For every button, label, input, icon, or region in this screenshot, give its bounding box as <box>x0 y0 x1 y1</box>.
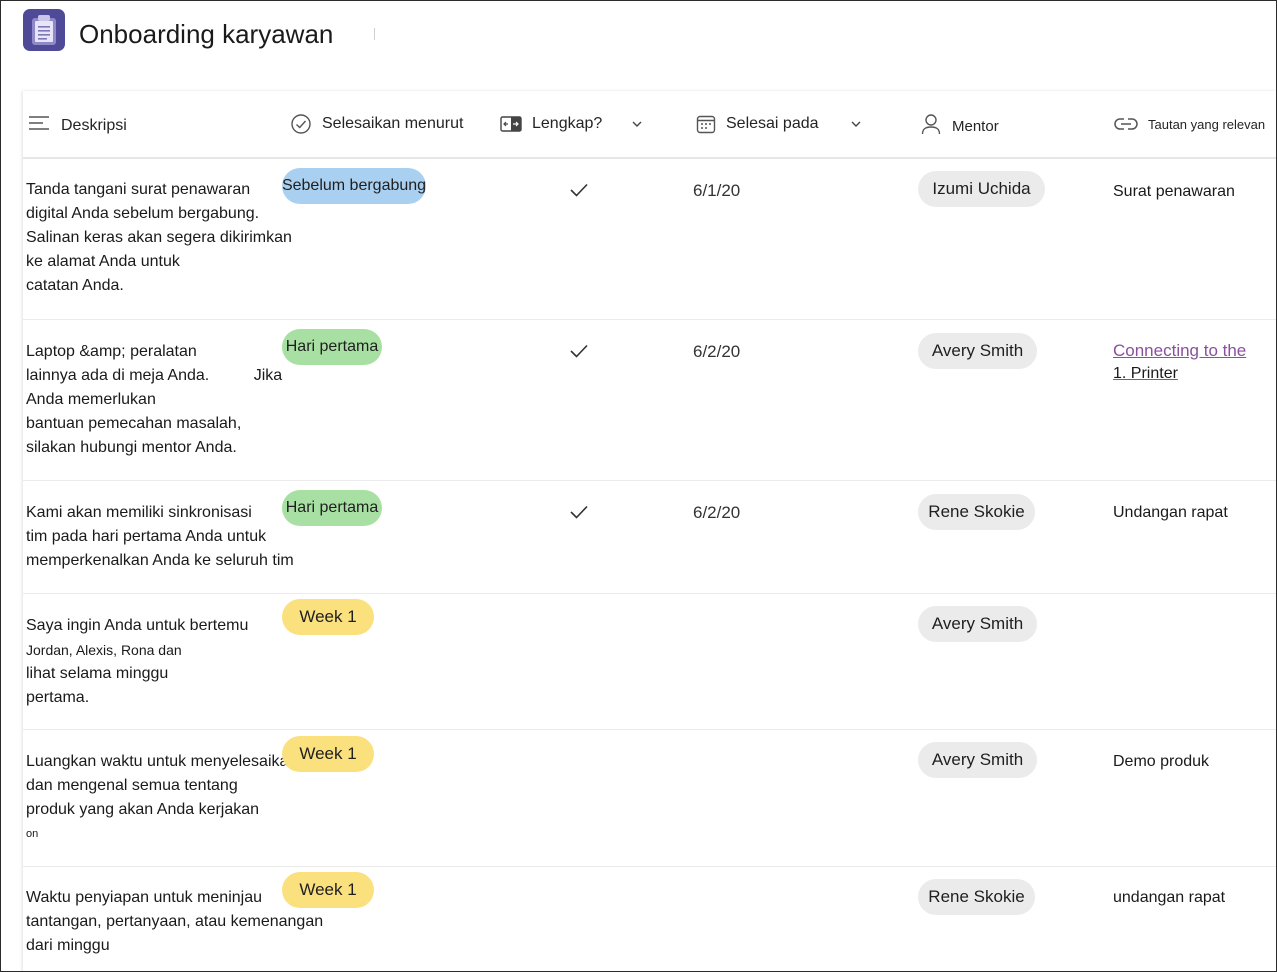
column-header-due-by[interactable]: Selesaikan menurut <box>290 91 463 157</box>
checkmark-icon <box>570 344 588 358</box>
description-line: tantangan, pertanyaan, atau kemenangan <box>26 913 324 930</box>
description-line: memperkenalkan Anda ke seluruh tim <box>26 552 294 569</box>
description-line: Waktu penyiapan untuk meninjau <box>26 889 262 906</box>
mentor-chip[interactable]: Izumi Uchida <box>918 171 1045 207</box>
description-line: lainnya ada di meja Anda. Jika <box>26 367 283 384</box>
description-line: digital Anda sebelum bergabung. <box>26 205 260 222</box>
table-row[interactable]: Luangkan waktu untuk menyelesaikan dan m… <box>23 730 1276 867</box>
table-header: Deskripsi Selesaikan menurut Lengkap? Se… <box>23 91 1276 159</box>
column-header-description[interactable]: Deskripsi <box>28 91 127 157</box>
column-header-label: Selesai pada <box>726 115 819 132</box>
due-by-pill[interactable]: Week 1 <box>282 599 374 635</box>
link-icon <box>1114 118 1138 130</box>
due-by-pill[interactable]: Hari pertama <box>282 329 382 365</box>
completed-on-date: 6/2/20 <box>693 342 741 361</box>
toggle-icon <box>500 116 522 132</box>
app-window: Onboarding karyawan Deskripsi Selesaikan… <box>0 0 1277 972</box>
clipboard-icon <box>23 9 65 51</box>
due-by-pill[interactable]: Week 1 <box>282 872 374 908</box>
description-line: Saya ingin Anda untuk bertemu <box>26 617 249 634</box>
description-cell: Luangkan waktu untuk menyelesaikan dan m… <box>26 750 297 846</box>
description-line: on <box>26 828 39 840</box>
column-header-label: Tautan yang relevan <box>1148 116 1266 132</box>
description-line: pertama. <box>26 689 90 706</box>
mentor-chip[interactable]: Avery Smith <box>918 606 1037 642</box>
due-by-pill[interactable]: Week 1 <box>282 736 374 772</box>
relevant-link-text[interactable]: Connecting to the <box>1113 341 1246 360</box>
mentor-chip[interactable]: Rene Skokie <box>918 494 1035 530</box>
mentor-chip[interactable]: Avery Smith <box>918 333 1037 369</box>
table-row[interactable]: Waktu penyiapan untuk meninjau tantangan… <box>23 867 1276 971</box>
completed-on-date: 6/1/20 <box>693 181 741 200</box>
due-by-pill[interactable]: Hari pertama <box>282 490 382 526</box>
description-line: catatan Anda. <box>26 277 124 294</box>
description-line: Anda memerlukan <box>26 391 156 408</box>
column-header-label: Mentor <box>952 117 999 135</box>
description-cell: Laptop &amp; peralatan lainnya ada di me… <box>26 340 282 460</box>
description-cell: Waktu penyiapan untuk meninjau tantangan… <box>26 886 323 958</box>
column-header-label: Lengkap? <box>532 115 603 132</box>
column-header-completed-on[interactable]: Selesai pada <box>696 91 863 157</box>
description-line: produk yang akan Anda kerjakan <box>26 801 260 818</box>
relevant-link[interactable]: Connecting to the 1. Printer <box>1113 341 1246 383</box>
description-cell: Tanda tangani surat penawaran digital An… <box>26 178 292 298</box>
column-header-links[interactable]: Tautan yang relevan <box>1114 91 1265 157</box>
checkmark-icon <box>570 183 588 197</box>
description-line: Tanda tangani surat penawaran <box>26 181 251 198</box>
chevron-down-icon[interactable] <box>630 119 644 129</box>
column-header-label: Selesaikan menurut <box>322 115 464 132</box>
person-icon <box>921 114 941 135</box>
relevant-link[interactable]: Demo produk <box>1113 753 1209 771</box>
description-cell: Saya ingin Anda untuk bertemu Jordan, Al… <box>26 614 248 710</box>
due-by-pill[interactable]: Sebelum bergabung <box>282 168 426 204</box>
title-divider <box>374 28 375 40</box>
lines-icon <box>29 116 49 130</box>
description-line: dan mengenal semua tentang <box>26 777 238 794</box>
table-row[interactable]: Saya ingin Anda untuk bertemu Jordan, Al… <box>23 594 1276 730</box>
column-header-label: Deskripsi <box>61 117 127 134</box>
check-circle-icon <box>291 114 311 134</box>
mentor-chip[interactable]: Rene Skokie <box>918 879 1035 915</box>
completed-on-date: 6/2/20 <box>693 503 741 522</box>
page-title: Onboarding karyawan <box>79 19 334 49</box>
description-line: Kami akan memiliki sinkronisasi <box>26 504 252 521</box>
table-row[interactable]: Tanda tangani surat penawaran digital An… <box>23 159 1276 320</box>
table-row[interactable]: Kami akan memiliki sinkronisasi tim pada… <box>23 481 1276 594</box>
description-line: dari minggu <box>26 937 110 954</box>
description-line: Laptop &amp; peralatan <box>26 343 197 360</box>
relevant-link[interactable]: undangan rapat <box>1113 889 1225 907</box>
description-line: Salinan keras akan segera dikirimkan <box>26 229 292 246</box>
description-line: Luangkan waktu untuk menyelesaikan <box>26 753 298 770</box>
description-line: tim pada hari pertama Anda untuk <box>26 528 267 545</box>
column-header-mentor[interactable]: Mentor <box>920 91 999 157</box>
checkmark-icon <box>570 505 588 519</box>
onboarding-table: Deskripsi Selesaikan menurut Lengkap? Se… <box>23 91 1276 971</box>
chevron-down-icon[interactable] <box>849 119 863 129</box>
description-line: silakan hubungi mentor Anda. <box>26 439 237 456</box>
relevant-link[interactable]: Surat penawaran <box>1113 183 1235 201</box>
relevant-link-subtext: 1. Printer <box>1113 365 1178 382</box>
relevant-link[interactable]: Undangan rapat <box>1113 504 1228 522</box>
mentor-chip[interactable]: Avery Smith <box>918 742 1037 778</box>
calendar-icon <box>696 115 716 134</box>
column-header-complete[interactable]: Lengkap? <box>500 91 644 157</box>
description-cell: Kami akan memiliki sinkronisasi tim pada… <box>26 501 294 573</box>
description-line: bantuan pemecahan masalah, <box>26 415 242 432</box>
description-line: ke alamat Anda untuk <box>26 253 180 270</box>
description-line: lihat selama minggu <box>26 665 169 682</box>
description-line: Jordan, Alexis, Rona dan <box>26 642 182 658</box>
table-row[interactable]: Laptop &amp; peralatan lainnya ada di me… <box>23 320 1276 481</box>
